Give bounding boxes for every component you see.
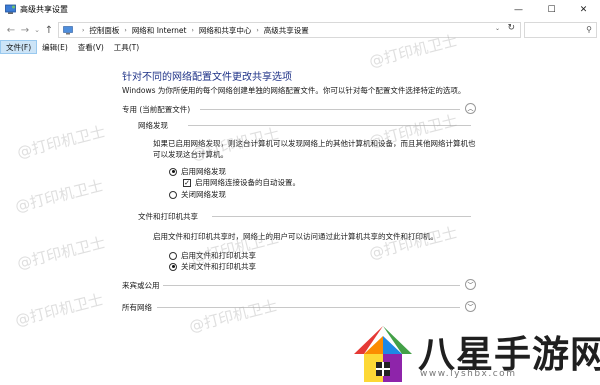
radio-enable-file-sharing[interactable]: 启用文件和打印机共享 — [169, 250, 256, 261]
menu-bar: 文件(F) 编辑(E) 查看(V) 工具(T) — [0, 40, 600, 54]
radio-disable-file-sharing[interactable]: 关闭文件和打印机共享 — [169, 261, 256, 272]
menu-file[interactable]: 文件(F) — [0, 40, 38, 54]
breadcrumb-separator-icon: › — [124, 26, 127, 34]
expand-chevron-down-icon[interactable]: ﹀ — [465, 279, 476, 290]
window-title: 高级共享设置 — [20, 5, 68, 14]
section-divider — [200, 109, 460, 110]
menu-view[interactable]: 查看(V) — [73, 40, 109, 54]
breadcrumb-item-control-panel[interactable]: 控制面板 — [89, 25, 119, 36]
radio-unselected-icon[interactable] — [169, 251, 177, 260]
minimize-button[interactable]: — — [502, 0, 535, 20]
profile-guest-title[interactable]: 来宾或公用 — [122, 280, 160, 291]
brand-url: www.lyshbx.com — [420, 369, 517, 379]
brand-logo: 八星手游网 www.lyshbx.com — [350, 322, 600, 385]
section-divider — [157, 307, 460, 308]
section-divider — [212, 216, 471, 217]
network-settings-icon — [5, 4, 16, 14]
network-discovery-text-1: 如果已启用网络发现，则这台计算机可以发现网络上的其他计算机和设备，而且其他网络计… — [153, 139, 476, 148]
menu-tools[interactable]: 工具(T) — [109, 40, 144, 54]
close-button[interactable]: ✕ — [567, 0, 600, 20]
maximize-button[interactable]: ☐ — [535, 0, 568, 20]
radio-label[interactable]: 关闭网络发现 — [181, 189, 226, 200]
search-icon[interactable]: ⚲ — [586, 25, 592, 34]
breadcrumb[interactable]: › 控制面板 › 网络和 Internet › 网络和共享中心 › 高级共享设置… — [58, 22, 521, 38]
forward-arrow-icon[interactable]: → — [19, 23, 31, 37]
back-arrow-icon[interactable]: ← — [5, 23, 17, 37]
address-bar: ← → ⌄ ↑ › 控制面板 › 网络和 Internet › 网络和共享中心 … — [0, 20, 600, 40]
breadcrumb-item-advanced-sharing[interactable]: 高级共享设置 — [264, 25, 309, 36]
network-discovery-title: 网络发现 — [138, 121, 168, 130]
radio-disable-network-discovery[interactable]: 关闭网络发现 — [169, 189, 226, 200]
breadcrumb-separator-icon: › — [256, 26, 259, 34]
radio-label[interactable]: 启用网络发现 — [181, 166, 226, 177]
file-printer-sharing-title: 文件和打印机共享 — [138, 212, 198, 221]
up-arrow-icon[interactable]: ↑ — [43, 23, 55, 37]
address-dropdown-chevron-icon[interactable]: ⌄ — [495, 25, 500, 32]
brand-house-icon — [354, 326, 412, 382]
radio-selected-icon[interactable] — [169, 262, 177, 271]
profile-private-title[interactable]: 专用 (当前配置文件) — [122, 104, 190, 115]
profile-all-title[interactable]: 所有网络 — [122, 302, 152, 313]
radio-enable-network-discovery[interactable]: 启用网络发现 — [169, 166, 226, 177]
breadcrumb-separator-icon: › — [82, 26, 85, 34]
radio-label[interactable]: 关闭文件和打印机共享 — [181, 261, 256, 272]
breadcrumb-separator-icon: › — [191, 26, 194, 34]
recent-locations-chevron-icon[interactable]: ⌄ — [31, 23, 43, 37]
expand-chevron-down-icon[interactable]: ﹀ — [465, 301, 476, 312]
radio-unselected-icon[interactable] — [169, 190, 177, 199]
title-bar: 高级共享设置 — ☐ ✕ — [0, 0, 600, 20]
checkbox-auto-setup[interactable]: ✓ 启用网络连接设备的自动设置。 — [183, 177, 300, 188]
section-divider — [163, 285, 460, 286]
checkbox-checked-icon[interactable]: ✓ — [183, 178, 191, 187]
refresh-icon[interactable]: ↻ — [507, 23, 515, 33]
radio-selected-icon[interactable] — [169, 167, 177, 176]
radio-label[interactable]: 启用文件和打印机共享 — [181, 250, 256, 261]
collapse-chevron-up-icon[interactable]: ︿ — [465, 103, 476, 114]
network-discovery-text-2: 可以发现这台计算机。 — [153, 150, 228, 159]
section-divider — [188, 125, 471, 126]
search-input[interactable]: ⚲ — [524, 22, 597, 38]
file-printer-sharing-text: 启用文件和打印机共享时，网络上的用户可以访问通过此计算机共享的文件和打印机。 — [153, 232, 438, 241]
menu-edit[interactable]: 编辑(E) — [37, 40, 73, 54]
page-title: 针对不同的网络配置文件更改共享选项 — [122, 72, 292, 83]
checkbox-label[interactable]: 启用网络连接设备的自动设置。 — [195, 177, 300, 188]
breadcrumb-item-network-sharing-center[interactable]: 网络和共享中心 — [199, 25, 252, 36]
page-description: Windows 为你所使用的每个网络创建单独的网络配置文件。你可以针对每个配置文… — [122, 86, 466, 95]
breadcrumb-item-network-internet[interactable]: 网络和 Internet — [132, 25, 187, 36]
control-panel-icon — [63, 25, 73, 34]
